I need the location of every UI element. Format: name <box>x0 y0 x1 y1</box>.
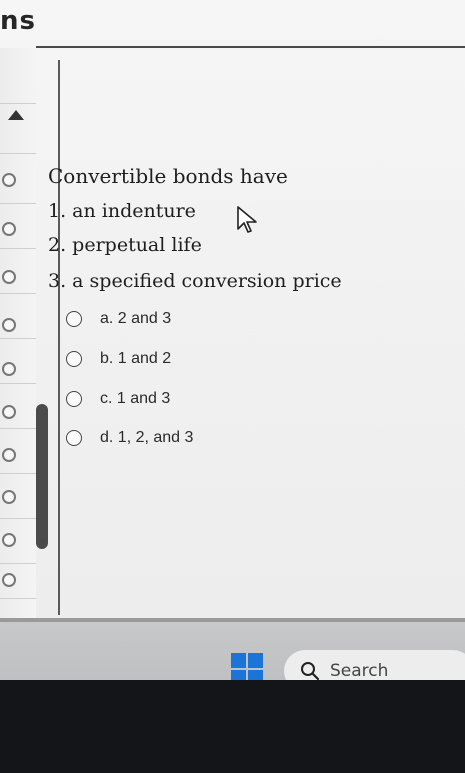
answer-option-d[interactable]: d. 1, 2, and 3 <box>66 428 193 448</box>
statement-1: 1. an indenture <box>48 200 196 222</box>
answer-option-a[interactable]: a. 2 and 3 <box>66 309 171 329</box>
scrollbar-thumb[interactable] <box>36 404 48 549</box>
strip-radio-icon[interactable] <box>2 573 16 587</box>
screen: ns Convertible bonds have 1. an indentur… <box>0 0 465 680</box>
header-divider <box>36 46 465 48</box>
radio-button[interactable] <box>66 311 82 327</box>
radio-button[interactable] <box>66 430 82 446</box>
window-title-fragment: ns <box>0 6 36 36</box>
strip-radio-icon[interactable] <box>2 173 16 187</box>
search-icon <box>301 662 320 681</box>
collapse-triangle-icon[interactable] <box>8 110 24 120</box>
option-label: b. 1 and 2 <box>100 350 172 367</box>
panel-left-border <box>58 60 60 615</box>
statement-2: 2. perpetual life <box>48 234 202 256</box>
option-label: a. 2 and 3 <box>100 310 172 327</box>
monitor-bezel <box>0 680 465 773</box>
strip-radio-icon[interactable] <box>2 270 16 284</box>
strip-radio-icon[interactable] <box>2 533 16 547</box>
statement-3: 3. a specified conversion price <box>48 270 342 292</box>
strip-radio-icon[interactable] <box>2 318 16 332</box>
search-label: Search <box>330 661 389 681</box>
strip-radio-icon[interactable] <box>2 490 16 504</box>
strip-radio-icon[interactable] <box>2 448 16 462</box>
mouse-pointer-icon <box>237 206 257 233</box>
answer-option-c[interactable]: c. 1 and 3 <box>66 389 170 409</box>
strip-radio-icon[interactable] <box>2 405 16 419</box>
strip-radio-icon[interactable] <box>2 362 16 376</box>
radio-button[interactable] <box>66 391 82 407</box>
question-stem: Convertible bonds have <box>48 164 288 188</box>
option-label: c. 1 and 3 <box>100 390 171 407</box>
strip-radio-icon[interactable] <box>2 222 16 236</box>
answer-option-b[interactable]: b. 1 and 2 <box>66 349 171 369</box>
radio-button[interactable] <box>66 351 82 367</box>
option-label: d. 1, 2, and 3 <box>100 429 194 446</box>
left-question-strip <box>0 48 36 618</box>
